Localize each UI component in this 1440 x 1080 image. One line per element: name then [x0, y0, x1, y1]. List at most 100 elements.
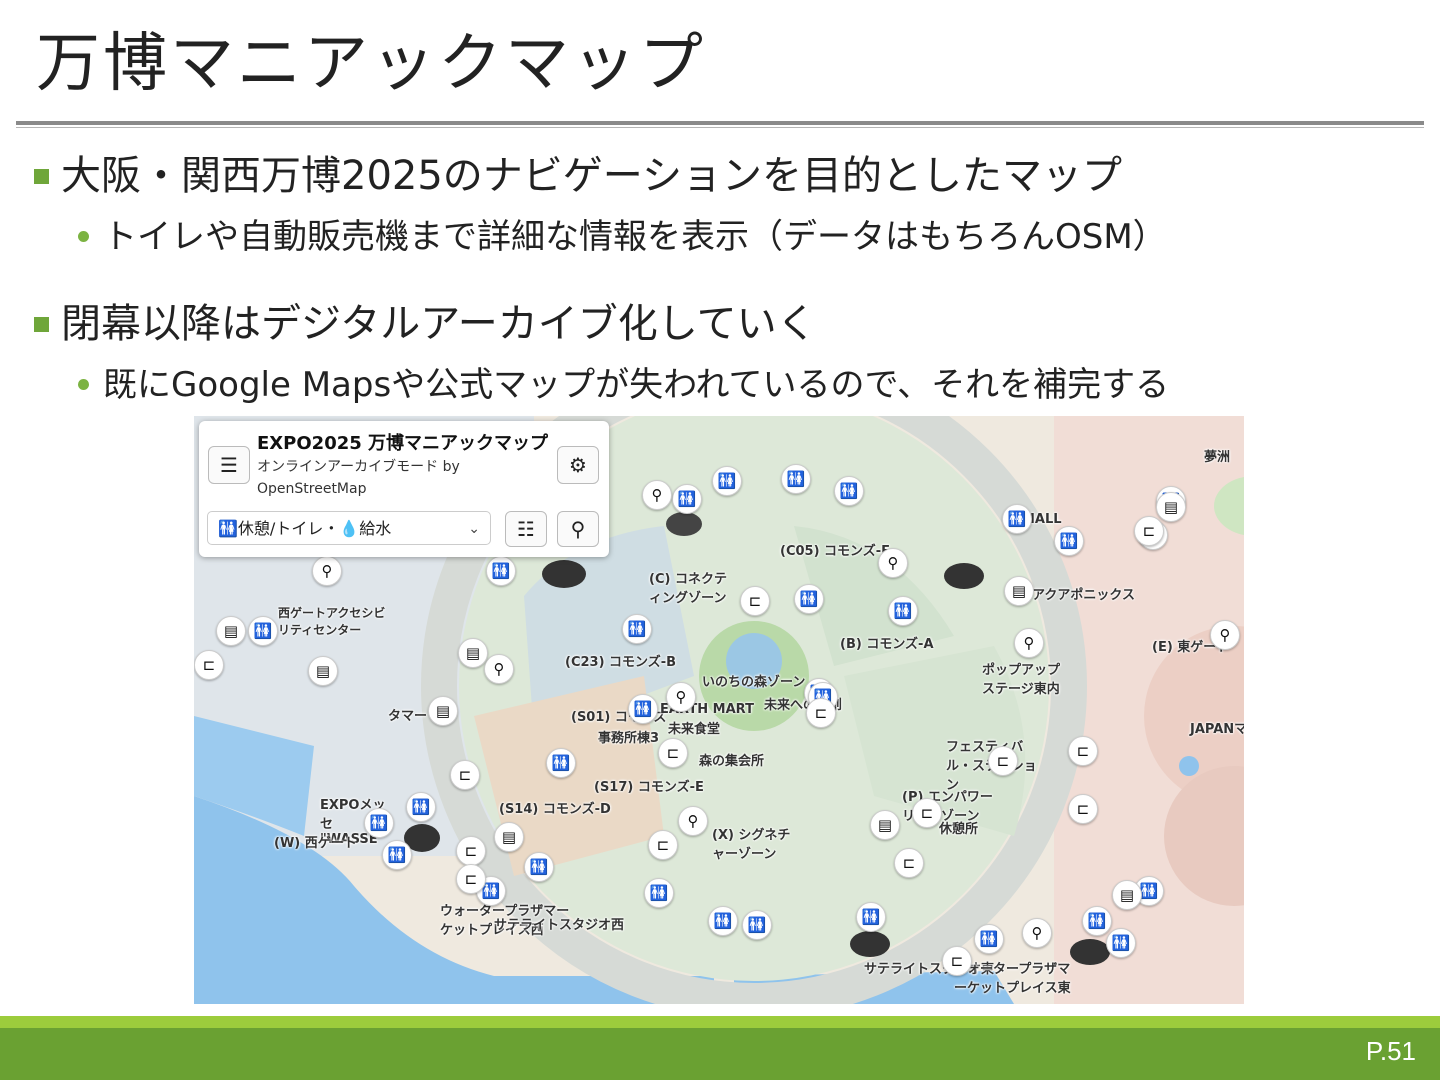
bench-icon[interactable]: ⊏	[450, 760, 480, 790]
toilet-icon[interactable]: 🚻	[856, 902, 886, 932]
bullet-dot-icon	[78, 231, 89, 242]
app-subtitle: オンラインアーカイブモード by OpenStreetMap	[257, 459, 460, 497]
toilet-icon[interactable]: 🚻	[406, 792, 436, 822]
map-label: 森の集会所	[699, 754, 765, 769]
water-icon[interactable]: ⚲	[878, 548, 908, 578]
water-icon[interactable]: ⚲	[678, 806, 708, 836]
bench-icon[interactable]: ⊏	[1134, 516, 1164, 546]
map-label: (C05) コモンズ-F	[780, 544, 891, 559]
vending-machine-icon[interactable]: ▤	[458, 638, 488, 668]
vending-machine-icon[interactable]: ▤	[1112, 880, 1142, 910]
map-label: (B) コモンズ-A	[840, 637, 934, 652]
map-label: アクアポニックス	[1032, 588, 1135, 603]
water-icon[interactable]: ⚲	[484, 654, 514, 684]
bench-icon[interactable]: ⊏	[456, 836, 486, 866]
bullet-square-icon	[34, 168, 49, 184]
list-icon: ☷	[517, 517, 535, 541]
bullet-dot-icon	[78, 379, 89, 390]
toilet-icon[interactable]: 🚻	[712, 466, 742, 496]
map-label: ポップアップステージ東内	[982, 663, 1061, 697]
bench-icon[interactable]: ⊏	[894, 848, 924, 878]
map-label: (X) シグネチャーゾーン	[712, 828, 791, 862]
bench-icon[interactable]: ⊏	[988, 746, 1018, 776]
toilet-icon[interactable]: 🚻	[1002, 504, 1032, 534]
vending-machine-icon[interactable]: ▤	[494, 822, 524, 852]
toilet-icon[interactable]: 🚻	[672, 484, 702, 514]
bench-icon[interactable]: ⊏	[912, 798, 942, 828]
map-label: 事務所棟3	[598, 731, 660, 746]
map-label: (C) コネクティングゾーン	[649, 572, 727, 606]
toilet-icon[interactable]: 🚻	[794, 584, 824, 614]
bench-icon[interactable]: ⊏	[194, 650, 224, 680]
toilet-icon[interactable]: 🚻	[382, 840, 412, 870]
bench-icon[interactable]: ⊏	[806, 698, 836, 728]
toilet-icon[interactable]: 🚻	[248, 616, 278, 646]
vending-machine-icon[interactable]: ▤	[308, 656, 338, 686]
footer-band-light	[0, 1016, 1440, 1028]
map-label: (S14) コモンズ-D	[499, 802, 611, 817]
water-icon[interactable]: ⚲	[1022, 918, 1052, 948]
toilet-icon[interactable]: 🚻	[622, 614, 652, 644]
bench-icon[interactable]: ⊏	[942, 946, 972, 976]
map-label: (W) 西ゲート	[274, 836, 357, 851]
layer-select-value: 🚻休憩/トイレ・💧給水	[218, 519, 392, 538]
map-label: ウォータープラザマーケットプレイス東	[954, 962, 1071, 996]
toilet-icon[interactable]: 🚻	[364, 808, 394, 838]
page-number: P.51	[1365, 1036, 1416, 1066]
vending-machine-icon[interactable]: ▤	[428, 696, 458, 726]
app-title: EXPO2025 万博マニアックマップ	[257, 433, 549, 454]
bench-icon[interactable]: ⊏	[1068, 794, 1098, 824]
chevron-down-icon: ⌄	[468, 521, 480, 537]
search-button[interactable]: ⚲	[557, 511, 599, 547]
water-icon[interactable]: ⚲	[666, 682, 696, 712]
water-icon[interactable]: ⚲	[1014, 628, 1044, 658]
bench-icon[interactable]: ⊏	[648, 830, 678, 860]
sub-bullet-1: トイレや自動販売機まで詳細な情報を表示（データはもちろんOSM）	[78, 214, 1167, 260]
toilet-icon[interactable]: 🚻	[708, 906, 738, 936]
vending-machine-icon[interactable]: ▤	[1004, 576, 1034, 606]
map-label: サテライトスタジオ西	[494, 918, 625, 933]
toilet-icon[interactable]: 🚻	[644, 878, 674, 908]
map-label: (S17) コモンズ-E	[594, 780, 704, 795]
toilet-icon[interactable]: 🚻	[486, 556, 516, 586]
water-icon[interactable]: ⚲	[1210, 620, 1240, 650]
toilet-icon[interactable]: 🚻	[524, 852, 554, 882]
toilet-icon[interactable]: 🚻	[742, 910, 772, 940]
layer-select[interactable]: 🚻休憩/トイレ・💧給水 ⌄	[207, 511, 491, 545]
footer-band	[0, 1028, 1440, 1080]
bench-icon[interactable]: ⊏	[1068, 736, 1098, 766]
vending-machine-icon[interactable]: ▤	[1156, 492, 1186, 522]
search-icon: ⚲	[570, 517, 586, 541]
water-icon[interactable]: ⚲	[642, 480, 672, 510]
map-label: 未来食堂	[668, 722, 721, 737]
water-icon[interactable]: ⚲	[312, 556, 342, 586]
toilet-icon[interactable]: 🚻	[546, 748, 576, 778]
toilet-icon[interactable]: 🚻	[628, 694, 658, 724]
app-control-panel: ☰ EXPO2025 万博マニアックマップ オンラインアーカイブモード by O…	[199, 421, 609, 557]
bench-icon[interactable]: ⊏	[740, 586, 770, 616]
vending-machine-icon[interactable]: ▤	[216, 616, 246, 646]
map-label: 西ゲートアクセシビリティセンター	[278, 606, 386, 637]
toilet-icon[interactable]: 🚻	[888, 596, 918, 626]
toilet-icon[interactable]: 🚻	[834, 476, 864, 506]
map-label: 休憩所	[939, 822, 979, 837]
map-label: 夢洲	[1204, 450, 1231, 465]
vending-machine-icon[interactable]: ▤	[870, 810, 900, 840]
bullet-2: 閉幕以降はデジタルアーカイブ化していく	[34, 298, 817, 350]
settings-button[interactable]: ⚙	[557, 446, 599, 484]
bench-icon[interactable]: ⊏	[456, 864, 486, 894]
bench-icon[interactable]: ⊏	[658, 738, 688, 768]
map-label: (C23) コモンズ-B	[565, 655, 677, 670]
map-label: いのちの森ゾーン	[702, 675, 806, 690]
menu-button[interactable]: ☰	[208, 446, 250, 484]
gear-icon: ⚙	[569, 453, 587, 477]
menu-icon: ☰	[220, 453, 238, 477]
list-button[interactable]: ☷	[505, 511, 547, 547]
toilet-icon[interactable]: 🚻	[1106, 928, 1136, 958]
bullet-1: 大阪・関西万博2025のナビゲーションを目的としたマップ	[34, 150, 1122, 202]
title-divider	[16, 121, 1424, 125]
toilet-icon[interactable]: 🚻	[781, 464, 811, 494]
toilet-icon[interactable]: 🚻	[974, 924, 1004, 954]
toilet-icon[interactable]: 🚻	[1054, 526, 1084, 556]
toilet-icon[interactable]: 🚻	[1082, 906, 1112, 936]
